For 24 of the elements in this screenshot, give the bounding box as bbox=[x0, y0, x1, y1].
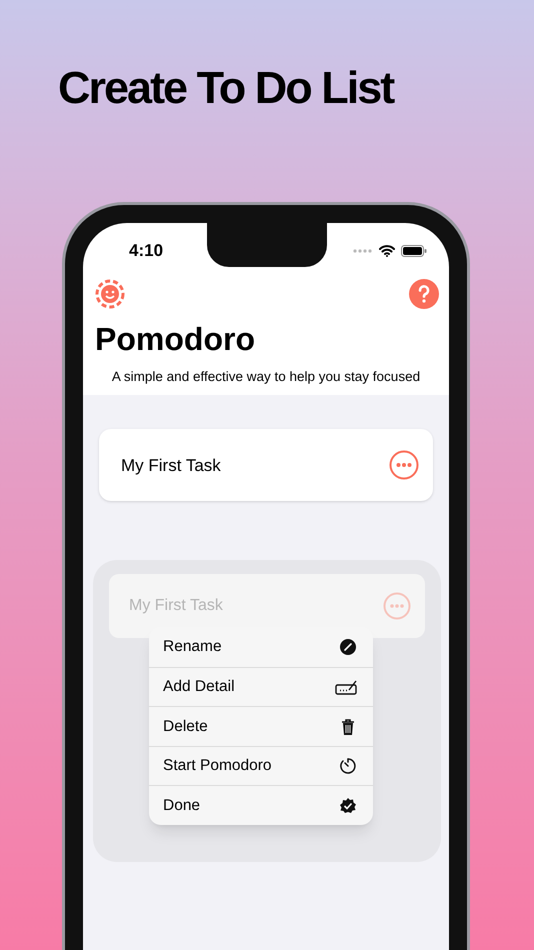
headline: Create To Do List bbox=[58, 61, 394, 115]
checkmark-badge-icon bbox=[339, 796, 357, 814]
task-title: My First Task bbox=[121, 454, 221, 476]
smiley-sun-icon[interactable] bbox=[95, 279, 125, 309]
task-card[interactable]: My First Task bbox=[99, 429, 433, 502]
timer-icon bbox=[339, 757, 357, 775]
more-icon[interactable] bbox=[389, 450, 419, 480]
pencil-icon bbox=[339, 638, 357, 656]
battery-icon bbox=[401, 245, 427, 257]
signal-icon bbox=[353, 249, 373, 253]
menu-item[interactable]: Rename bbox=[149, 627, 373, 667]
trash-icon bbox=[339, 718, 357, 736]
more-icon bbox=[383, 592, 411, 620]
wifi-icon bbox=[379, 245, 395, 257]
menu-item[interactable]: Delete bbox=[149, 706, 373, 746]
app-title: Pomodoro bbox=[94, 320, 256, 359]
menu-item[interactable]: Start Pomodoro bbox=[149, 746, 373, 786]
app-subtitle: A simple and effective way to help you stay focused bbox=[110, 368, 422, 386]
signature-icon bbox=[335, 678, 357, 696]
status-time: 4:10 bbox=[129, 240, 164, 262]
menu-item[interactable]: Add Detail bbox=[149, 666, 373, 706]
menu-item[interactable]: Done bbox=[149, 785, 373, 825]
task-title: My First Task bbox=[129, 596, 223, 616]
help-icon[interactable] bbox=[409, 279, 439, 309]
